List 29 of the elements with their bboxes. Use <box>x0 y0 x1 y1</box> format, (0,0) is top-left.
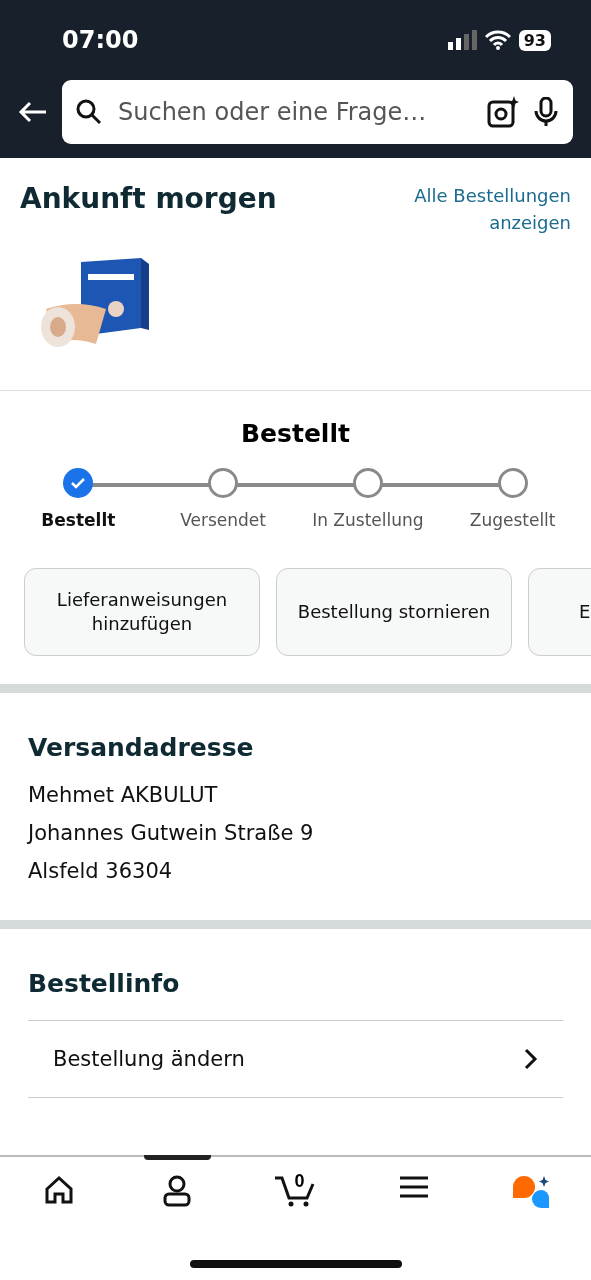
user-icon[interactable] <box>162 1175 193 1209</box>
step-label: Versendet <box>180 510 266 530</box>
section-heading: Bestellinfo <box>28 969 181 998</box>
address-line: Alsfeld 36304 <box>28 858 174 885</box>
action-button[interactable]: Bestellung stornieren <box>276 568 512 656</box>
search-icon <box>76 99 102 125</box>
microphone-icon[interactable] <box>533 97 559 127</box>
camera-icon[interactable] <box>487 96 519 128</box>
step-label: Bestellt <box>41 510 116 530</box>
address-line: Johannes Gutwein Straße 9 <box>28 820 315 847</box>
status-heading: Bestellt <box>240 419 351 448</box>
step-label: Zugestellt <box>469 510 556 530</box>
action-button[interactable]: E <box>528 568 591 656</box>
clock: 07:00 <box>62 26 139 54</box>
signal-icon <box>446 30 477 50</box>
action-button[interactable]: Lieferanweisungen hinzufügen <box>24 568 260 656</box>
search-bar[interactable]: Suchen oder eine Frage… <box>62 80 573 144</box>
section-heading: Versandadresse <box>28 733 255 762</box>
step-label: In Zustellung <box>312 510 424 530</box>
battery-level: 93 <box>518 29 551 51</box>
assistant-icon[interactable] <box>511 1175 552 1209</box>
wifi-icon <box>484 30 511 50</box>
address-line: Mehmet AKBULUT <box>28 782 219 809</box>
back-arrow-icon[interactable] <box>18 100 48 124</box>
menu-row[interactable]: Bestellung ändern <box>28 1020 563 1098</box>
tab-indicator <box>144 1155 211 1160</box>
chevron-right-icon <box>524 1048 538 1070</box>
all-orders-link[interactable]: Alle Bestellungen anzeigen <box>391 182 571 236</box>
arrival-heading: Ankunft morgen <box>20 182 277 217</box>
